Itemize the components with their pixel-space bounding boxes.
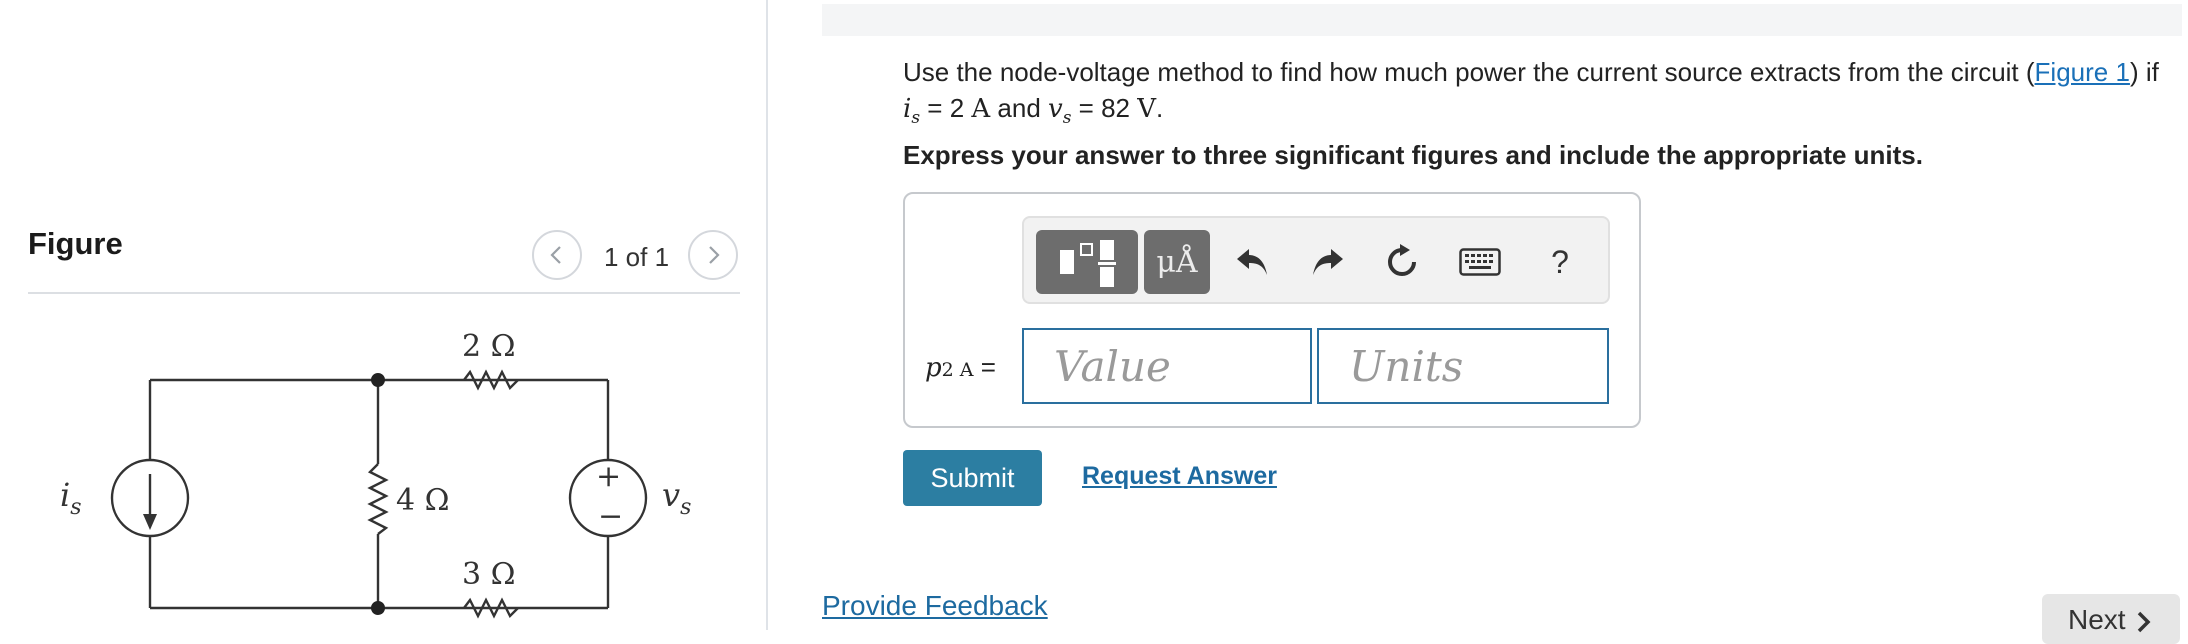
redo-icon bbox=[1313, 249, 1343, 275]
is-subscript: s bbox=[911, 108, 921, 129]
vs-variable: v bbox=[1048, 94, 1063, 124]
reset-icon bbox=[1388, 244, 1416, 276]
answer-label-variable: p bbox=[925, 353, 942, 383]
chevron-right-icon bbox=[2137, 611, 2151, 633]
figure-title: Figure bbox=[28, 226, 123, 261]
is-unit: A bbox=[971, 94, 991, 124]
help-button[interactable]: ? bbox=[1534, 236, 1586, 288]
answer-label: p2 A = bbox=[925, 352, 996, 383]
answer-instruction: Express your answer to three significant… bbox=[903, 140, 1923, 170]
figure-pager: 1 of 1 bbox=[532, 230, 742, 280]
keyboard-icon bbox=[1459, 248, 1501, 276]
request-answer-link[interactable]: Request Answer bbox=[1082, 462, 1277, 491]
figure-1-link[interactable]: Figure 1 bbox=[2035, 57, 2130, 87]
label-r-top: 2 Ω bbox=[462, 329, 516, 364]
node-top bbox=[371, 373, 385, 387]
templates-icon bbox=[1060, 240, 1116, 287]
math-toolbar: μÅ ? bbox=[1022, 216, 1610, 304]
units-input[interactable] bbox=[1317, 328, 1609, 404]
submit-button[interactable]: Submit bbox=[903, 450, 1042, 506]
question-intro: Use the node-voltage method to find how … bbox=[903, 57, 2035, 87]
chevron-right-icon bbox=[709, 246, 720, 264]
figure-panel: Figure 1 of 1 2 Ω 4 Ω 3 Ω is vs + − bbox=[0, 0, 766, 630]
circuit-diagram: 2 Ω 4 Ω 3 Ω is vs + − bbox=[60, 329, 691, 619]
label-minus: − bbox=[598, 499, 623, 534]
templates-button[interactable] bbox=[1036, 230, 1138, 294]
units-button[interactable]: μÅ bbox=[1144, 230, 1210, 294]
label-vs: vs bbox=[662, 476, 691, 520]
reset-button[interactable] bbox=[1376, 236, 1428, 288]
question-if: ) if bbox=[2129, 57, 2159, 87]
value-input[interactable] bbox=[1022, 328, 1312, 404]
current-arrow bbox=[143, 514, 157, 530]
top-bar bbox=[822, 4, 2182, 36]
figure-divider bbox=[28, 292, 740, 294]
question-text: Use the node-voltage method to find how … bbox=[903, 54, 2173, 136]
answer-label-equals: = bbox=[973, 352, 996, 382]
vs-value: = 82 bbox=[1071, 93, 1138, 123]
label-r-bottom: 3 Ω bbox=[462, 557, 516, 592]
and-text: and bbox=[990, 93, 1048, 123]
provide-feedback-link[interactable]: Provide Feedback bbox=[822, 590, 1048, 622]
next-button[interactable]: Next bbox=[2042, 594, 2180, 644]
previous-figure-button[interactable] bbox=[532, 230, 582, 280]
question-period: . bbox=[1156, 93, 1164, 123]
panel-divider bbox=[766, 0, 768, 630]
answer-label-subscript: 2 A bbox=[941, 359, 974, 381]
keyboard-button[interactable] bbox=[1454, 236, 1506, 288]
node-bottom bbox=[371, 601, 385, 615]
vs-unit: V bbox=[1137, 94, 1156, 124]
next-figure-button[interactable] bbox=[688, 230, 738, 280]
redo-button[interactable] bbox=[1302, 236, 1354, 288]
label-is: is bbox=[60, 476, 82, 520]
pager-label: 1 of 1 bbox=[604, 242, 670, 272]
next-label: Next bbox=[2068, 604, 2126, 635]
chevron-left-icon bbox=[550, 246, 561, 264]
answer-box: μÅ ? p2 A = Value Units bbox=[903, 192, 1641, 428]
is-value: = 2 bbox=[920, 93, 972, 123]
undo-icon bbox=[1237, 249, 1267, 275]
label-plus: + bbox=[596, 459, 621, 494]
label-r-mid: 4 Ω bbox=[396, 483, 450, 518]
undo-button[interactable] bbox=[1226, 236, 1278, 288]
